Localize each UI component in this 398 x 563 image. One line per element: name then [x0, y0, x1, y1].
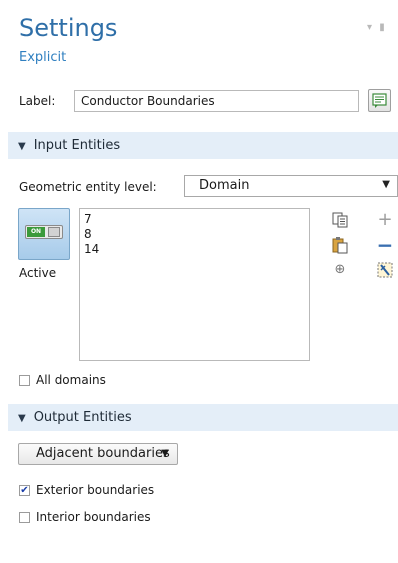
copy-selection-icon[interactable]: [331, 211, 349, 229]
all-domains-label: All domains: [36, 373, 106, 387]
geometric-level-value: Domain: [199, 178, 250, 193]
page-title: Settings: [19, 14, 118, 42]
label-input[interactable]: Conductor Boundaries: [74, 90, 359, 112]
output-type-dropdown[interactable]: Adjacent boundaries ▼: [18, 443, 178, 465]
toggle-on-text: ON: [27, 227, 45, 237]
interior-boundaries-label: Interior boundaries: [36, 510, 151, 524]
list-item[interactable]: 7: [84, 212, 309, 227]
output-entities-title: Output Entities: [33, 410, 132, 425]
collapse-triangle-icon: ▼: [18, 413, 26, 424]
input-entities-section-header[interactable]: ▼ Input Entities: [8, 132, 398, 159]
chevron-down-icon: ▼: [161, 448, 169, 459]
list-item[interactable]: 14: [84, 242, 309, 257]
remove-from-selection-icon[interactable]: −: [376, 235, 394, 255]
active-toggle-button[interactable]: ON: [18, 208, 70, 260]
toggle-switch-icon: ON: [25, 225, 63, 239]
exterior-boundaries-label: Exterior boundaries: [36, 483, 155, 497]
note-icon: [372, 93, 387, 108]
output-entities-section-header[interactable]: ▼ Output Entities: [8, 404, 398, 431]
pin-icon[interactable]: ▾ ▮: [367, 22, 387, 33]
selection-listbox[interactable]: 7 8 14: [79, 208, 310, 361]
interior-boundaries-checkbox[interactable]: [19, 512, 30, 523]
collapse-triangle-icon: ▼: [18, 141, 26, 152]
clear-selection-icon[interactable]: [376, 261, 394, 279]
add-to-selection-icon[interactable]: +: [376, 211, 394, 229]
chevron-down-icon: ▼: [382, 179, 390, 190]
list-item[interactable]: 8: [84, 227, 309, 242]
geometric-level-label: Geometric entity level:: [19, 180, 157, 194]
output-type-value: Adjacent boundaries: [36, 446, 170, 461]
paste-selection-icon[interactable]: [331, 236, 349, 254]
toggle-knob: [48, 227, 60, 237]
label-caption: Label:: [19, 94, 56, 108]
all-domains-checkbox[interactable]: [19, 375, 30, 386]
zoom-to-selection-icon[interactable]: ⊕: [331, 261, 349, 279]
page-subtitle: Explicit: [19, 50, 67, 65]
active-label: Active: [19, 266, 57, 280]
edit-label-button[interactable]: [368, 89, 391, 112]
input-entities-title: Input Entities: [33, 138, 121, 153]
geometric-level-select[interactable]: Domain ▼: [184, 175, 398, 197]
exterior-boundaries-checkbox[interactable]: ✔: [19, 485, 30, 496]
